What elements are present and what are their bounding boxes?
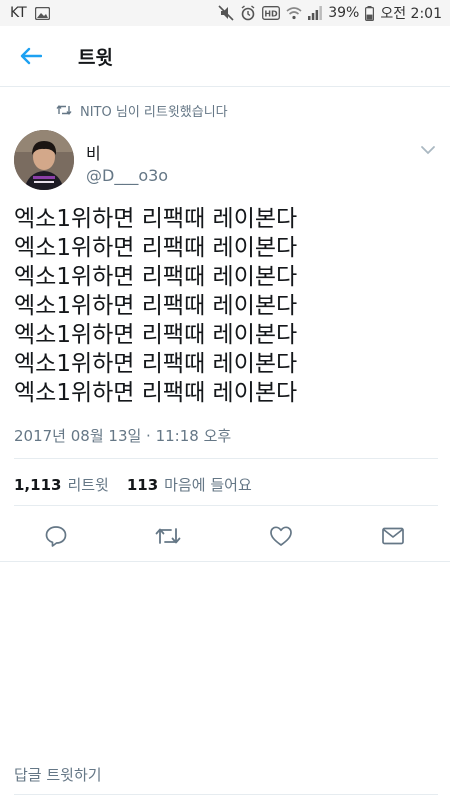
reply-underline bbox=[14, 794, 438, 795]
back-button[interactable] bbox=[16, 41, 46, 71]
actions-divider bbox=[0, 561, 450, 562]
tweet-text-line: 엑소1위하면 리팩때 레이본다 bbox=[14, 380, 298, 406]
tweet-stats: 1,113 리트윗 113 마음에 들어요 bbox=[14, 474, 264, 495]
tweet-author: 비 @D___o3o bbox=[14, 130, 438, 194]
wifi-icon bbox=[286, 6, 302, 20]
tweet-actions bbox=[0, 520, 450, 550]
retweet-button[interactable] bbox=[154, 522, 182, 550]
tweet-text: 엑소1위하면 리팩때 레이본다 엑소1위하면 리팩때 레이본다 엑소1위하면 리… bbox=[14, 205, 438, 408]
tweet-menu-button[interactable] bbox=[418, 140, 438, 160]
retweet-context[interactable]: NITO 님이 리트윗했습니다 bbox=[56, 100, 228, 120]
author-name[interactable]: 비 bbox=[86, 140, 101, 164]
page-title: 트윗 bbox=[78, 46, 113, 69]
tweet-timestamp: 2017년 08월 13일 · 11:18 오후 bbox=[14, 427, 232, 445]
app-header: 트윗 bbox=[0, 26, 450, 86]
back-arrow-icon bbox=[20, 47, 42, 65]
signal-icon bbox=[308, 6, 323, 20]
gallery-icon bbox=[34, 6, 50, 20]
carrier-label: KT bbox=[10, 5, 27, 21]
tweet-text-line: 엑소1위하면 리팩때 레이본다 bbox=[14, 293, 298, 319]
tweet-text-line: 엑소1위하면 리팩때 레이본다 bbox=[14, 206, 298, 232]
battery-icon bbox=[365, 5, 375, 21]
like-button[interactable] bbox=[267, 522, 295, 550]
svg-text:HD: HD bbox=[265, 10, 279, 19]
avatar[interactable] bbox=[14, 130, 74, 190]
tweet-text-line: 엑소1위하면 리팩때 레이본다 bbox=[14, 235, 298, 261]
retweet-count[interactable]: 1,113 bbox=[14, 476, 61, 494]
retweet-icon bbox=[155, 528, 181, 544]
retweet-count-label[interactable]: 리트윗 bbox=[67, 474, 108, 495]
tweet-text-line: 엑소1위하면 리팩때 레이본다 bbox=[14, 322, 298, 348]
tweet-text-line: 엑소1위하면 리팩때 레이본다 bbox=[14, 351, 298, 377]
like-count-label[interactable]: 마음에 들어요 bbox=[164, 474, 252, 495]
hd-icon: HD bbox=[262, 6, 281, 20]
header-divider bbox=[0, 86, 450, 87]
chevron-down-icon bbox=[421, 146, 435, 155]
tweet-text-line: 엑소1위하면 리팩때 레이본다 bbox=[14, 264, 298, 290]
battery-percent: 39% bbox=[328, 5, 360, 21]
message-button[interactable] bbox=[379, 522, 407, 550]
reply-input[interactable]: 답글 트윗하기 bbox=[14, 764, 102, 785]
status-time: 오전 2:01 bbox=[380, 6, 442, 22]
mail-icon bbox=[382, 527, 404, 545]
like-count[interactable]: 113 bbox=[127, 476, 158, 494]
heart-icon bbox=[270, 526, 292, 546]
retweet-icon bbox=[56, 105, 72, 115]
retweet-context-label: NITO 님이 리트윗했습니다 bbox=[80, 104, 228, 120]
mute-icon bbox=[218, 5, 234, 21]
status-bar: KT HD 39% 오전 2:01 bbox=[0, 0, 450, 26]
stats-divider-bottom bbox=[14, 505, 438, 506]
reply-button[interactable] bbox=[42, 522, 70, 550]
stats-divider-top bbox=[14, 458, 438, 459]
alarm-icon bbox=[240, 5, 256, 21]
reply-icon bbox=[45, 526, 67, 547]
author-handle[interactable]: @D___o3o bbox=[86, 166, 168, 185]
